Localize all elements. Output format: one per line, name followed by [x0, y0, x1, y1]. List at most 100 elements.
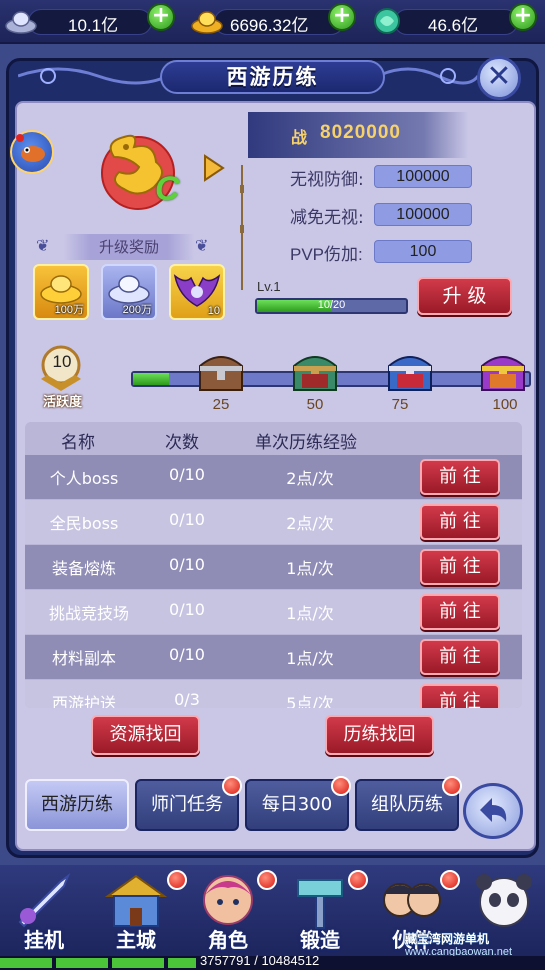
close-button[interactable]: ✕ [477, 56, 521, 100]
level-progress-bar: 10/20 [255, 298, 408, 314]
header-name: 名称 [61, 433, 95, 453]
nav-character[interactable]: 角色 [188, 868, 268, 956]
jade-icon [374, 8, 400, 34]
rank-letter: C [155, 170, 180, 208]
pet-dog-icon [16, 134, 45, 162]
next-arrow-icon[interactable] [203, 154, 225, 182]
row-count: 0/10 [169, 555, 205, 574]
goto-button[interactable]: 前 往 [420, 684, 500, 708]
exp-segment [0, 958, 54, 968]
divider-ornament [240, 165, 244, 290]
row-count: 0/10 [169, 645, 205, 664]
reward-amount: 100万 [54, 304, 84, 316]
chest-25-icon[interactable] [196, 350, 246, 394]
row-exp: 5点/次 [286, 694, 334, 708]
stat-ignore-defense-value: 100000 [374, 165, 472, 188]
goto-button[interactable]: 前 往 [420, 594, 500, 630]
panda-icon [476, 874, 532, 927]
reward-ornament-right-icon: ❦ [195, 236, 209, 255]
resource-recover-button[interactable]: 资源找回 [91, 715, 200, 755]
level-label: Lv.1 [257, 279, 281, 294]
stat-ignore-defense-label: 无视防御: [290, 170, 364, 190]
chest-100-value: 100 [492, 396, 518, 413]
stat-pvp-damage-label: PVP伤加: [290, 245, 363, 264]
title-ornament-right-icon [378, 67, 478, 85]
row-exp: 2点/次 [286, 469, 334, 488]
reward-ornament-left-icon: ❦ [36, 236, 50, 255]
row-name: 西游护送 [51, 694, 116, 708]
currency-gold: 6696.32亿 [190, 6, 344, 36]
companions-icon [383, 883, 441, 917]
row-exp: 1点/次 [286, 604, 334, 623]
title-ornament-left-icon [18, 67, 168, 85]
row-name: 材料副本 [51, 649, 116, 668]
back-button[interactable] [463, 783, 523, 839]
nav-label: 主城 [116, 928, 156, 952]
add-jade-button[interactable]: + [509, 3, 537, 31]
add-gold-button[interactable]: + [328, 3, 356, 31]
row-name: 挑战竞技场 [48, 604, 129, 623]
tab-xiyou-training[interactable]: 西游历练 [25, 779, 129, 831]
page-title: 西游历练 [160, 60, 385, 94]
watermark-title: 藏宝湾网游单机 [405, 932, 490, 946]
notification-dot [348, 870, 368, 890]
chest-100-icon[interactable] [478, 350, 528, 394]
row-name: 个人boss [49, 469, 119, 488]
stat-pvp-damage-value: 100 [374, 240, 472, 263]
row-exp: 2点/次 [286, 514, 334, 533]
exp-segment [56, 958, 110, 968]
chest-75-icon[interactable] [385, 350, 435, 394]
pet-avatar[interactable] [10, 130, 54, 174]
chest-75-value: 75 [391, 396, 409, 413]
stat-reduce-ignore-value: 100000 [374, 203, 472, 226]
level-progress-text: 10/20 [317, 299, 346, 311]
castle-icon [104, 874, 168, 927]
reward-amount: 10 [207, 305, 220, 317]
row-exp: 1点/次 [286, 649, 334, 668]
currency-silver: 10.1亿 [4, 6, 154, 36]
activity-label: 活跃度 [42, 395, 82, 410]
notification-dot [222, 776, 242, 796]
nav-idle[interactable]: 挂机 [4, 868, 84, 956]
row-count: 0/10 [169, 600, 205, 619]
activity-progress-fill [133, 373, 169, 385]
gold-amount: 6696.32亿 [230, 16, 309, 35]
power-value: 8020000 [320, 122, 401, 143]
jade-amount: 46.6亿 [428, 16, 479, 35]
table-row: 全民boss 0/10 2点/次 前 往 [25, 500, 522, 544]
nav-label: 角色 [208, 928, 248, 952]
notification-dot [257, 870, 277, 890]
reward-gold[interactable]: 100万 [33, 264, 89, 320]
training-recover-button[interactable]: 历练找回 [325, 715, 434, 755]
bat-wing-pet-icon [173, 274, 221, 307]
table-row: 挑战竞技场 0/10 1点/次 前 往 [25, 590, 522, 634]
goto-button[interactable]: 前 往 [420, 504, 500, 540]
reward-silver[interactable]: 200万 [101, 264, 157, 320]
silver-amount: 10.1亿 [68, 16, 119, 35]
row-count: 0/10 [169, 465, 205, 484]
add-silver-button[interactable]: + [147, 3, 175, 31]
goto-button[interactable]: 前 往 [420, 459, 500, 495]
chest-50-icon[interactable] [290, 350, 340, 394]
character-icon [203, 875, 253, 925]
currency-jade: 46.6亿 [370, 6, 520, 36]
table-row: 个人boss 0/10 2点/次 前 往 [25, 455, 522, 499]
header-count: 次数 [165, 433, 199, 453]
goto-button[interactable]: 前 往 [420, 639, 500, 675]
upgrade-button[interactable]: 升 级 [417, 277, 512, 315]
activity-value: 10 [52, 352, 72, 371]
upgrade-rewards-title: 升级奖励 [64, 234, 194, 260]
goto-button[interactable]: 前 往 [420, 549, 500, 585]
table-row: 装备熔炼 0/10 1点/次 前 往 [25, 545, 522, 589]
reward-amount: 200万 [122, 304, 152, 316]
table-row: 西游护送 0/3 5点/次 前 往 [25, 680, 522, 708]
nav-label: 挂机 [24, 928, 64, 952]
notification-dot [442, 776, 462, 796]
reward-pet[interactable]: 10 [169, 264, 225, 320]
power-label: 战 [291, 128, 308, 147]
row-name: 装备熔炼 [51, 559, 116, 578]
nav-main-city[interactable]: 主城 [96, 868, 176, 956]
notification-dot [167, 870, 187, 890]
notification-dot [331, 776, 351, 796]
row-exp: 1点/次 [286, 559, 334, 578]
